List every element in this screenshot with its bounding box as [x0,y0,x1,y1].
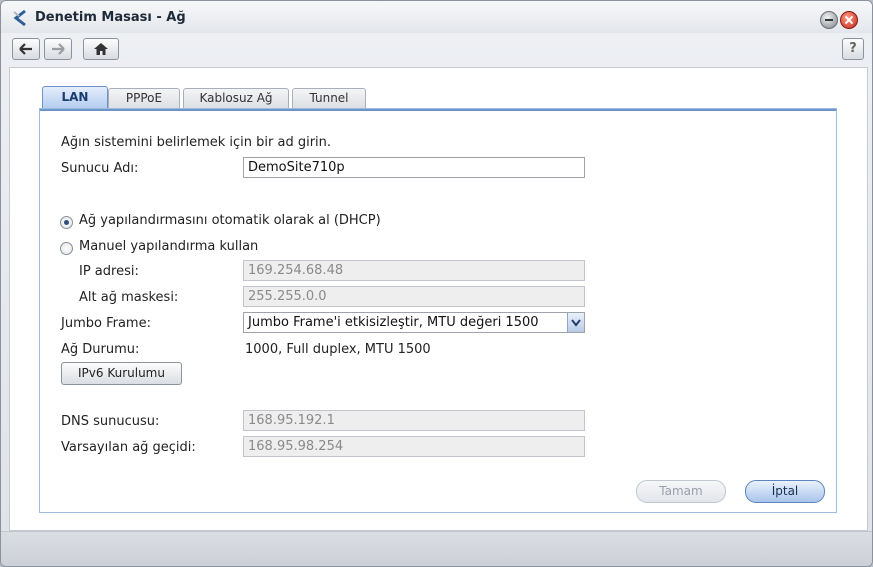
window-title: Denetim Masası - Ağ [35,10,186,25]
status-bar [1,531,872,566]
home-button[interactable] [83,38,119,60]
arrow-left-icon [19,43,32,55]
network-status-label: Ağ Durumu: [61,342,140,357]
panel-accent-line [40,109,836,111]
jumbo-frame-select[interactable]: Jumbo Frame'i etkisizleştir, MTU değeri … [243,312,585,333]
subnet-mask-field: 255.255.0.0 [243,286,585,307]
default-gateway-field: 168.95.98.254 [243,436,585,457]
cancel-button[interactable]: İptal [745,480,825,503]
close-icon[interactable] [840,11,858,29]
title-bar: Denetim Masası - Ağ [1,1,872,33]
tab-lan[interactable]: LAN [42,86,108,108]
chevron-down-icon [571,319,581,327]
back-button[interactable] [12,38,40,60]
tab-wireless[interactable]: Kablosuz Ağ [183,88,289,108]
ip-address-field: 169.254.68.48 [243,260,585,281]
network-app-icon [13,9,26,27]
arrow-right-icon [52,43,65,55]
control-panel-window: Denetim Masası - Ağ ? LAN PPPoE Kablosuz… [0,0,873,567]
forward-button[interactable] [44,38,72,60]
dhcp-label: Ağ yapılandırmasını otomatik olarak al (… [79,213,381,228]
intro-text: Ağın sistemini belirlemek için bir ad gi… [61,135,332,150]
jumbo-frame-label: Jumbo Frame: [61,316,151,331]
manual-radio[interactable] [60,242,73,255]
toolbar: ? [1,33,872,65]
manual-label: Manuel yapılandırma kullan [79,239,259,254]
home-icon [94,43,108,55]
default-gateway-label: Varsayılan ağ geçidi: [61,440,196,455]
minimize-icon[interactable] [820,11,838,29]
ok-button[interactable]: Tamam [636,480,726,503]
main-content: LAN PPPoE Kablosuz Ağ Tunnel Ağın sistem… [9,67,868,531]
server-name-label: Sunucu Adı: [61,161,139,176]
ip-address-label: IP adresi: [79,264,139,279]
help-button[interactable]: ? [842,38,864,60]
dns-server-field: 168.95.192.1 [243,410,585,431]
dhcp-radio[interactable] [60,216,73,229]
server-name-input[interactable]: DemoSite710p [243,157,585,178]
dns-server-label: DNS sunucusu: [61,414,160,429]
jumbo-frame-value: Jumbo Frame'i etkisizleştir, MTU değeri … [248,315,539,330]
lan-settings-panel: Ağın sistemini belirlemek için bir ad gi… [39,108,837,513]
network-status-value: 1000, Full duplex, MTU 1500 [245,342,431,357]
dropdown-arrow[interactable] [567,313,584,332]
tab-pppoe[interactable]: PPPoE [108,88,180,108]
ipv6-setup-button[interactable]: IPv6 Kurulumu [61,362,182,385]
subnet-mask-label: Alt ağ maskesi: [79,290,179,305]
tab-tunnel[interactable]: Tunnel [292,88,366,108]
